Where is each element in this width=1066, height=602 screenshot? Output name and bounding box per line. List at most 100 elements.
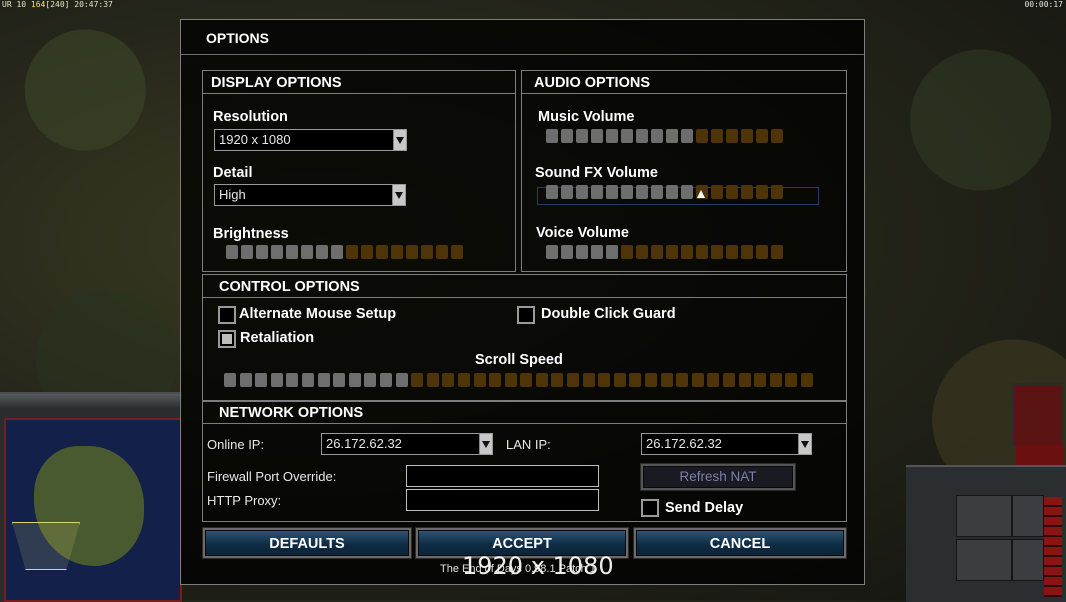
slider-segment[interactable] (576, 185, 588, 199)
lan-ip-dropdown[interactable]: 26.172.62.32 (641, 433, 812, 455)
slider-segment[interactable] (301, 373, 314, 387)
slider-segment[interactable] (256, 245, 268, 259)
online-ip-dropdown[interactable]: 26.172.62.32 (321, 433, 493, 455)
slider-segment[interactable] (489, 373, 502, 387)
slider-segment[interactable] (769, 373, 782, 387)
minimap[interactable] (4, 418, 182, 602)
double-click-guard-checkbox[interactable] (517, 306, 535, 324)
slider-segment[interactable] (741, 129, 753, 143)
slider-segment[interactable] (391, 245, 403, 259)
slider-segment[interactable] (636, 245, 648, 259)
defaults-button[interactable]: DEFAULTS (203, 528, 411, 558)
slider-segment[interactable] (379, 373, 392, 387)
slider-segment[interactable] (436, 245, 448, 259)
slider-segment[interactable] (606, 245, 618, 259)
slider-segment[interactable] (666, 129, 678, 143)
slider-segment[interactable] (591, 129, 603, 143)
slider-segment[interactable] (561, 185, 573, 199)
slider-segment[interactable] (426, 373, 439, 387)
slider-segment[interactable] (582, 373, 595, 387)
slider-segment[interactable] (738, 373, 751, 387)
slider-segment[interactable] (576, 245, 588, 259)
slider-segment[interactable] (613, 373, 626, 387)
slider-segment[interactable] (754, 373, 767, 387)
slider-segment[interactable] (771, 185, 783, 199)
slider-segment[interactable] (421, 245, 433, 259)
slider-segment[interactable] (376, 245, 388, 259)
cancel-button[interactable]: CANCEL (634, 528, 846, 558)
slider-segment[interactable] (645, 373, 658, 387)
slider-segment[interactable] (561, 245, 573, 259)
slider-segment[interactable] (346, 245, 358, 259)
slider-segment[interactable] (361, 245, 373, 259)
slider-segment[interactable] (800, 373, 813, 387)
resolution-dropdown[interactable]: 1920 x 1080 (214, 129, 407, 151)
slider-segment[interactable] (591, 185, 603, 199)
music-volume-slider[interactable] (546, 129, 783, 143)
slider-segment[interactable] (711, 245, 723, 259)
chevron-down-icon[interactable] (479, 434, 492, 454)
slider-segment[interactable] (636, 129, 648, 143)
slider-segment[interactable] (651, 245, 663, 259)
chevron-down-icon[interactable] (798, 434, 811, 454)
slider-segment[interactable] (226, 245, 238, 259)
slider-segment[interactable] (317, 373, 330, 387)
slider-segment[interactable] (567, 373, 580, 387)
http-proxy-input[interactable] (406, 489, 599, 511)
slider-segment[interactable] (286, 245, 298, 259)
slider-segment[interactable] (756, 245, 768, 259)
slider-segment[interactable] (411, 373, 424, 387)
slider-segment[interactable] (395, 373, 408, 387)
slider-segment[interactable] (286, 373, 299, 387)
slider-segment[interactable] (546, 185, 558, 199)
sfx-slider-thumb-icon[interactable] (697, 190, 705, 198)
slider-segment[interactable] (681, 245, 693, 259)
slider-segment[interactable] (457, 373, 470, 387)
slider-segment[interactable] (621, 129, 633, 143)
retaliation-checkbox[interactable] (218, 330, 236, 348)
slider-segment[interactable] (606, 129, 618, 143)
slider-segment[interactable] (756, 185, 768, 199)
voice-volume-slider[interactable] (546, 245, 783, 259)
slider-segment[interactable] (696, 245, 708, 259)
refresh-nat-button[interactable]: Refresh NAT (641, 464, 795, 490)
slider-segment[interactable] (504, 373, 517, 387)
slider-segment[interactable] (598, 373, 611, 387)
build-slot[interactable] (1012, 539, 1044, 581)
slider-segment[interactable] (711, 185, 723, 199)
slider-segment[interactable] (741, 245, 753, 259)
slider-segment[interactable] (333, 373, 346, 387)
build-slot[interactable] (956, 495, 1012, 537)
slider-segment[interactable] (785, 373, 798, 387)
brightness-slider[interactable] (226, 245, 463, 259)
detail-dropdown[interactable]: High (214, 184, 406, 206)
alt-mouse-label[interactable]: Alternate Mouse Setup (239, 306, 396, 322)
slider-segment[interactable] (756, 129, 768, 143)
slider-segment[interactable] (723, 373, 735, 387)
slider-segment[interactable] (681, 185, 693, 199)
slider-segment[interactable] (676, 373, 689, 387)
slider-segment[interactable] (711, 129, 723, 143)
slider-segment[interactable] (442, 373, 455, 387)
sfx-volume-slider[interactable] (546, 185, 783, 199)
slider-segment[interactable] (546, 129, 558, 143)
slider-segment[interactable] (660, 373, 673, 387)
chevron-down-icon[interactable] (393, 130, 406, 150)
build-slot[interactable] (1012, 495, 1044, 537)
slider-segment[interactable] (629, 373, 642, 387)
retaliation-label[interactable]: Retaliation (240, 330, 314, 346)
slider-segment[interactable] (316, 245, 328, 259)
slider-segment[interactable] (621, 185, 633, 199)
slider-segment[interactable] (561, 129, 573, 143)
slider-segment[interactable] (707, 373, 720, 387)
build-slot[interactable] (956, 539, 1012, 581)
slider-segment[interactable] (241, 245, 253, 259)
slider-segment[interactable] (591, 245, 603, 259)
chevron-down-icon[interactable] (392, 185, 405, 205)
slider-segment[interactable] (301, 245, 313, 259)
slider-segment[interactable] (473, 373, 486, 387)
slider-segment[interactable] (576, 129, 588, 143)
slider-segment[interactable] (681, 129, 693, 143)
slider-segment[interactable] (270, 373, 283, 387)
firewall-port-input[interactable] (406, 465, 599, 487)
